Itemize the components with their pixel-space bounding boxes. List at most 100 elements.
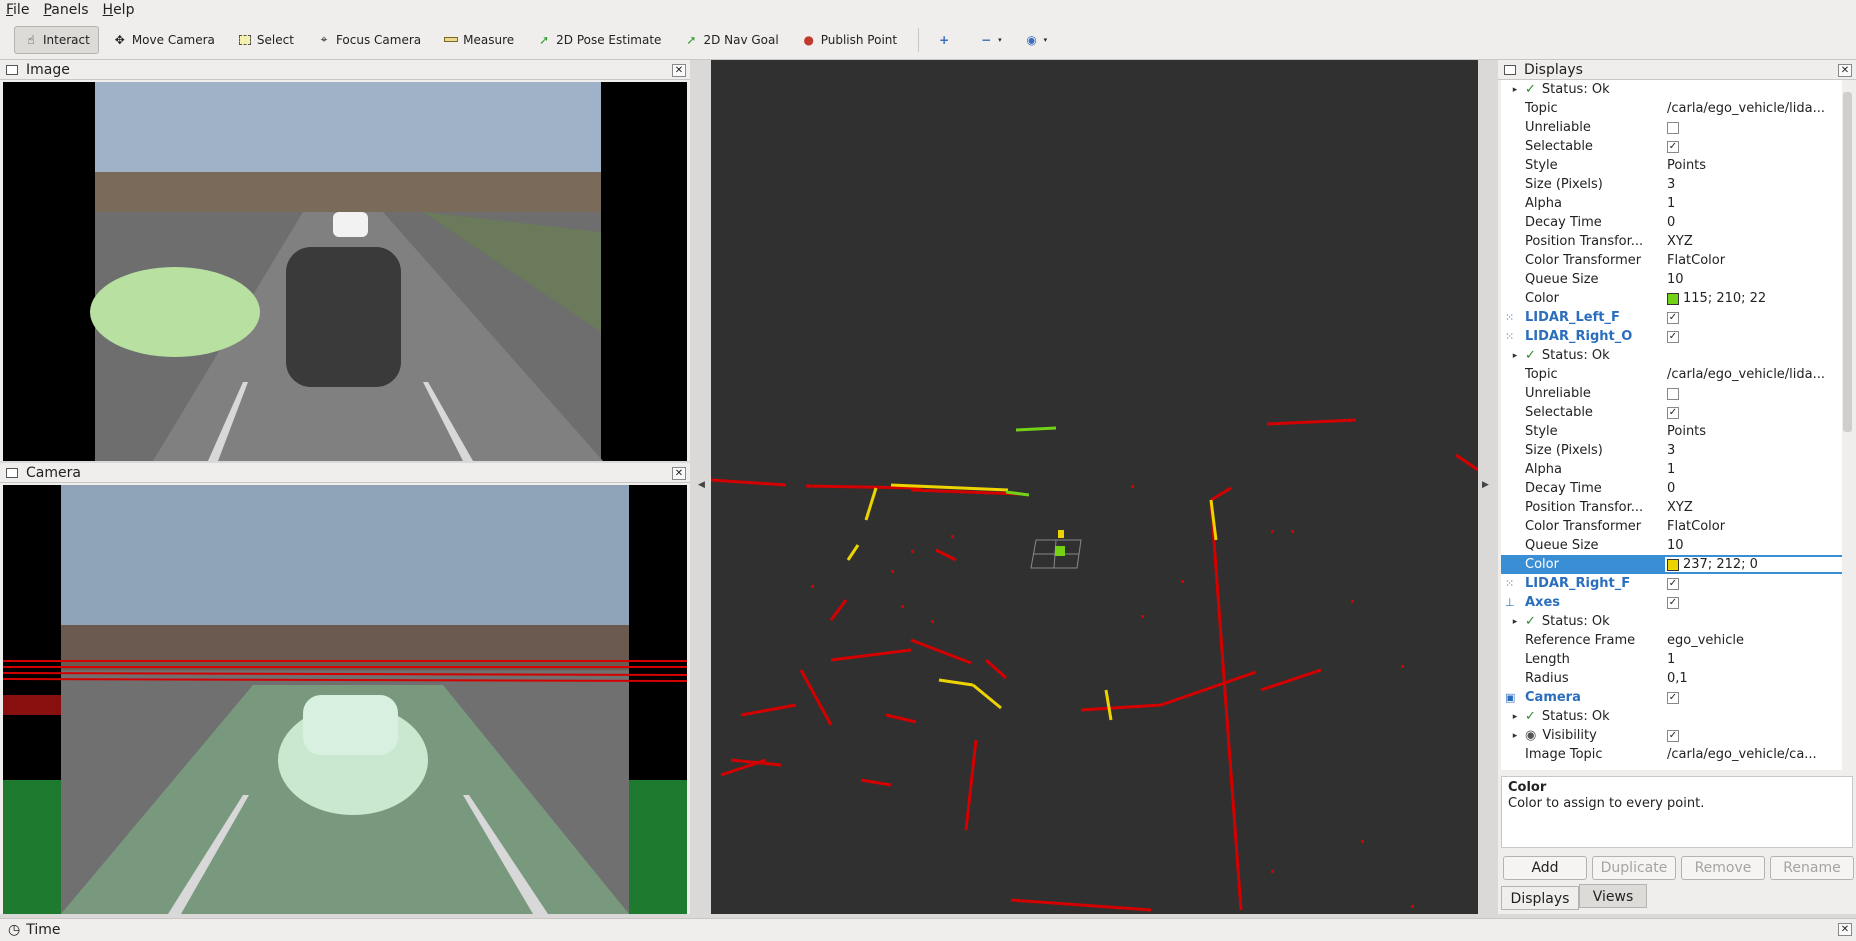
property-value-cell[interactable]: 0 <box>1665 215 1853 230</box>
property-value-cell[interactable]: Points <box>1665 158 1853 173</box>
property-row[interactable]: Selectable ✓ <box>1501 137 1853 156</box>
property-row[interactable]: Decay Time 0 <box>1501 213 1853 232</box>
property-value-cell[interactable]: ✓ <box>1665 596 1853 609</box>
checkbox[interactable]: ✓ <box>1667 691 1679 704</box>
focus-camera-tool-button[interactable]: ⌖ Focus Camera <box>307 26 430 54</box>
property-value-cell[interactable]: 115; 210; 22 <box>1665 291 1853 306</box>
property-value-cell[interactable] <box>1665 121 1853 134</box>
property-value-cell[interactable]: 0,1 <box>1665 671 1853 686</box>
menu-help[interactable]: Help <box>103 2 135 18</box>
property-row[interactable]: Unreliable <box>1501 118 1853 137</box>
checkbox[interactable]: ✓ <box>1667 729 1679 742</box>
property-value-cell[interactable]: ego_vehicle <box>1665 633 1853 648</box>
display-item[interactable]: ⁙ LIDAR_Left_F ✓ <box>1501 308 1853 327</box>
property-row[interactable]: Color Transformer FlatColor <box>1501 251 1853 270</box>
property-row[interactable]: Image Topic/carla/ego_vehicle/ca... <box>1501 745 1853 764</box>
property-row[interactable]: Color 115; 210; 22 <box>1501 289 1853 308</box>
collapse-right-arrow[interactable]: ▶ <box>1482 480 1489 490</box>
displays-scrollbar[interactable] <box>1842 80 1853 770</box>
property-row[interactable]: Color Transformer FlatColor <box>1501 517 1853 536</box>
nav-goal-tool-button[interactable]: ➚ 2D Nav Goal <box>674 26 787 54</box>
displays-tree[interactable]: ▸ ✓ Status: Ok Topic/carla/ego_vehicle/lida… <box>1501 80 1853 770</box>
camera-view[interactable] <box>3 485 687 914</box>
tab-displays[interactable]: Displays <box>1501 886 1579 910</box>
property-row[interactable]: Style Points <box>1501 156 1853 175</box>
move-camera-tool-button[interactable]: ✥ Move Camera <box>103 26 224 54</box>
property-row[interactable]: Unreliable <box>1501 384 1853 403</box>
checkbox[interactable]: ✓ <box>1667 311 1679 324</box>
collapse-left-arrow[interactable]: ◀ <box>698 480 705 490</box>
rename-display-button[interactable]: Rename <box>1770 856 1854 880</box>
checkbox[interactable]: ✓ <box>1667 330 1679 343</box>
property-row[interactable]: Reference Frame ego_vehicle <box>1501 631 1853 650</box>
expand-arrow-icon[interactable]: ▸ <box>1509 617 1521 627</box>
display-item[interactable]: ⁙ LIDAR_Right_F ✓ <box>1501 574 1853 593</box>
duplicate-display-button[interactable]: Duplicate <box>1592 856 1676 880</box>
property-row[interactable]: Color 237; 212; 0 <box>1501 555 1853 574</box>
select-tool-button[interactable]: Select <box>228 26 303 54</box>
property-row[interactable]: Alpha 1 <box>1501 460 1853 479</box>
property-value-cell[interactable]: 1 <box>1665 462 1853 477</box>
display-item[interactable]: ⊥ Axes ✓ <box>1501 593 1853 612</box>
property-value-cell[interactable]: 1 <box>1665 196 1853 211</box>
remove-tool-button[interactable]: − ▾ <box>969 26 1011 54</box>
pose-estimate-tool-button[interactable]: ➚ 2D Pose Estimate <box>527 26 670 54</box>
publish-point-tool-button[interactable]: ● Publish Point <box>792 26 906 54</box>
property-value-cell[interactable]: 3 <box>1665 177 1853 192</box>
property-row[interactable]: ▸ ◉ Visibility ✓ <box>1501 726 1853 745</box>
property-value-cell[interactable]: ✓ <box>1665 330 1853 343</box>
expand-arrow-icon[interactable]: ▸ <box>1509 351 1521 361</box>
property-row[interactable]: ▸ ✓ Status: Ok <box>1501 80 1853 99</box>
property-value-cell[interactable]: FlatColor <box>1665 519 1853 534</box>
remove-display-button[interactable]: Remove <box>1681 856 1765 880</box>
add-tool-button[interactable]: + <box>927 26 965 54</box>
property-value-cell[interactable]: Points <box>1665 424 1853 439</box>
property-row[interactable]: Size (Pixels) 3 <box>1501 175 1853 194</box>
property-row[interactable]: Position Transfor... XYZ <box>1501 498 1853 517</box>
close-icon[interactable]: ✕ <box>1838 64 1852 77</box>
property-row[interactable]: Topic/carla/ego_vehicle/lida... <box>1501 365 1853 384</box>
property-value-cell[interactable]: 0 <box>1665 481 1853 496</box>
menu-panels[interactable]: Panels <box>43 2 88 18</box>
property-row[interactable]: Selectable ✓ <box>1501 403 1853 422</box>
close-icon[interactable]: ✕ <box>672 64 686 77</box>
display-item[interactable]: ▣ Camera ✓ <box>1501 688 1853 707</box>
display-item[interactable]: ⁙ LIDAR_Right_O ✓ <box>1501 327 1853 346</box>
property-value-cell[interactable]: FlatColor <box>1665 253 1853 268</box>
property-value-cell[interactable]: /carla/ego_vehicle/lida... <box>1665 101 1853 116</box>
property-row[interactable]: Decay Time 0 <box>1501 479 1853 498</box>
property-row[interactable]: Queue Size 10 <box>1501 270 1853 289</box>
property-value-cell[interactable]: XYZ <box>1665 500 1853 515</box>
property-row[interactable]: ▸ ✓ Status: Ok <box>1501 346 1853 365</box>
checkbox[interactable] <box>1667 121 1679 134</box>
property-row[interactable]: Style Points <box>1501 422 1853 441</box>
property-row[interactable]: Queue Size 10 <box>1501 536 1853 555</box>
expand-arrow-icon[interactable]: ▸ <box>1509 85 1521 95</box>
property-row[interactable]: Length 1 <box>1501 650 1853 669</box>
property-value-cell[interactable]: 1 <box>1665 652 1853 667</box>
render-3d-view[interactable] <box>710 60 1479 941</box>
property-row[interactable]: Position Transfor... XYZ <box>1501 232 1853 251</box>
property-value-cell[interactable]: ✓ <box>1665 140 1853 153</box>
property-row[interactable]: Radius 0,1 <box>1501 669 1853 688</box>
property-value-cell[interactable]: 10 <box>1665 538 1853 553</box>
property-value-cell[interactable]: 3 <box>1665 443 1853 458</box>
property-row[interactable]: Size (Pixels) 3 <box>1501 441 1853 460</box>
property-value-cell[interactable]: /carla/ego_vehicle/lida... <box>1665 367 1853 382</box>
checkbox[interactable] <box>1667 387 1679 400</box>
property-row[interactable]: ▸ ✓ Status: Ok <box>1501 612 1853 631</box>
menu-file[interactable]: File <box>6 2 29 18</box>
scrollbar-thumb[interactable] <box>1843 92 1852 432</box>
property-value-cell[interactable]: ✓ <box>1665 311 1853 324</box>
property-value-cell[interactable] <box>1665 387 1853 400</box>
checkbox[interactable]: ✓ <box>1667 596 1679 609</box>
expand-arrow-icon[interactable]: ▸ <box>1509 731 1521 741</box>
property-value-cell[interactable]: ✓ <box>1665 729 1853 742</box>
image-view[interactable] <box>3 82 687 461</box>
property-value-cell[interactable]: XYZ <box>1665 234 1853 249</box>
property-row[interactable]: ▸ ✓ Status: Ok <box>1501 707 1853 726</box>
checkbox[interactable]: ✓ <box>1667 406 1679 419</box>
property-value-cell[interactable]: ✓ <box>1665 691 1853 704</box>
expand-arrow-icon[interactable]: ▸ <box>1509 712 1521 722</box>
property-value-cell[interactable]: ✓ <box>1665 577 1853 590</box>
